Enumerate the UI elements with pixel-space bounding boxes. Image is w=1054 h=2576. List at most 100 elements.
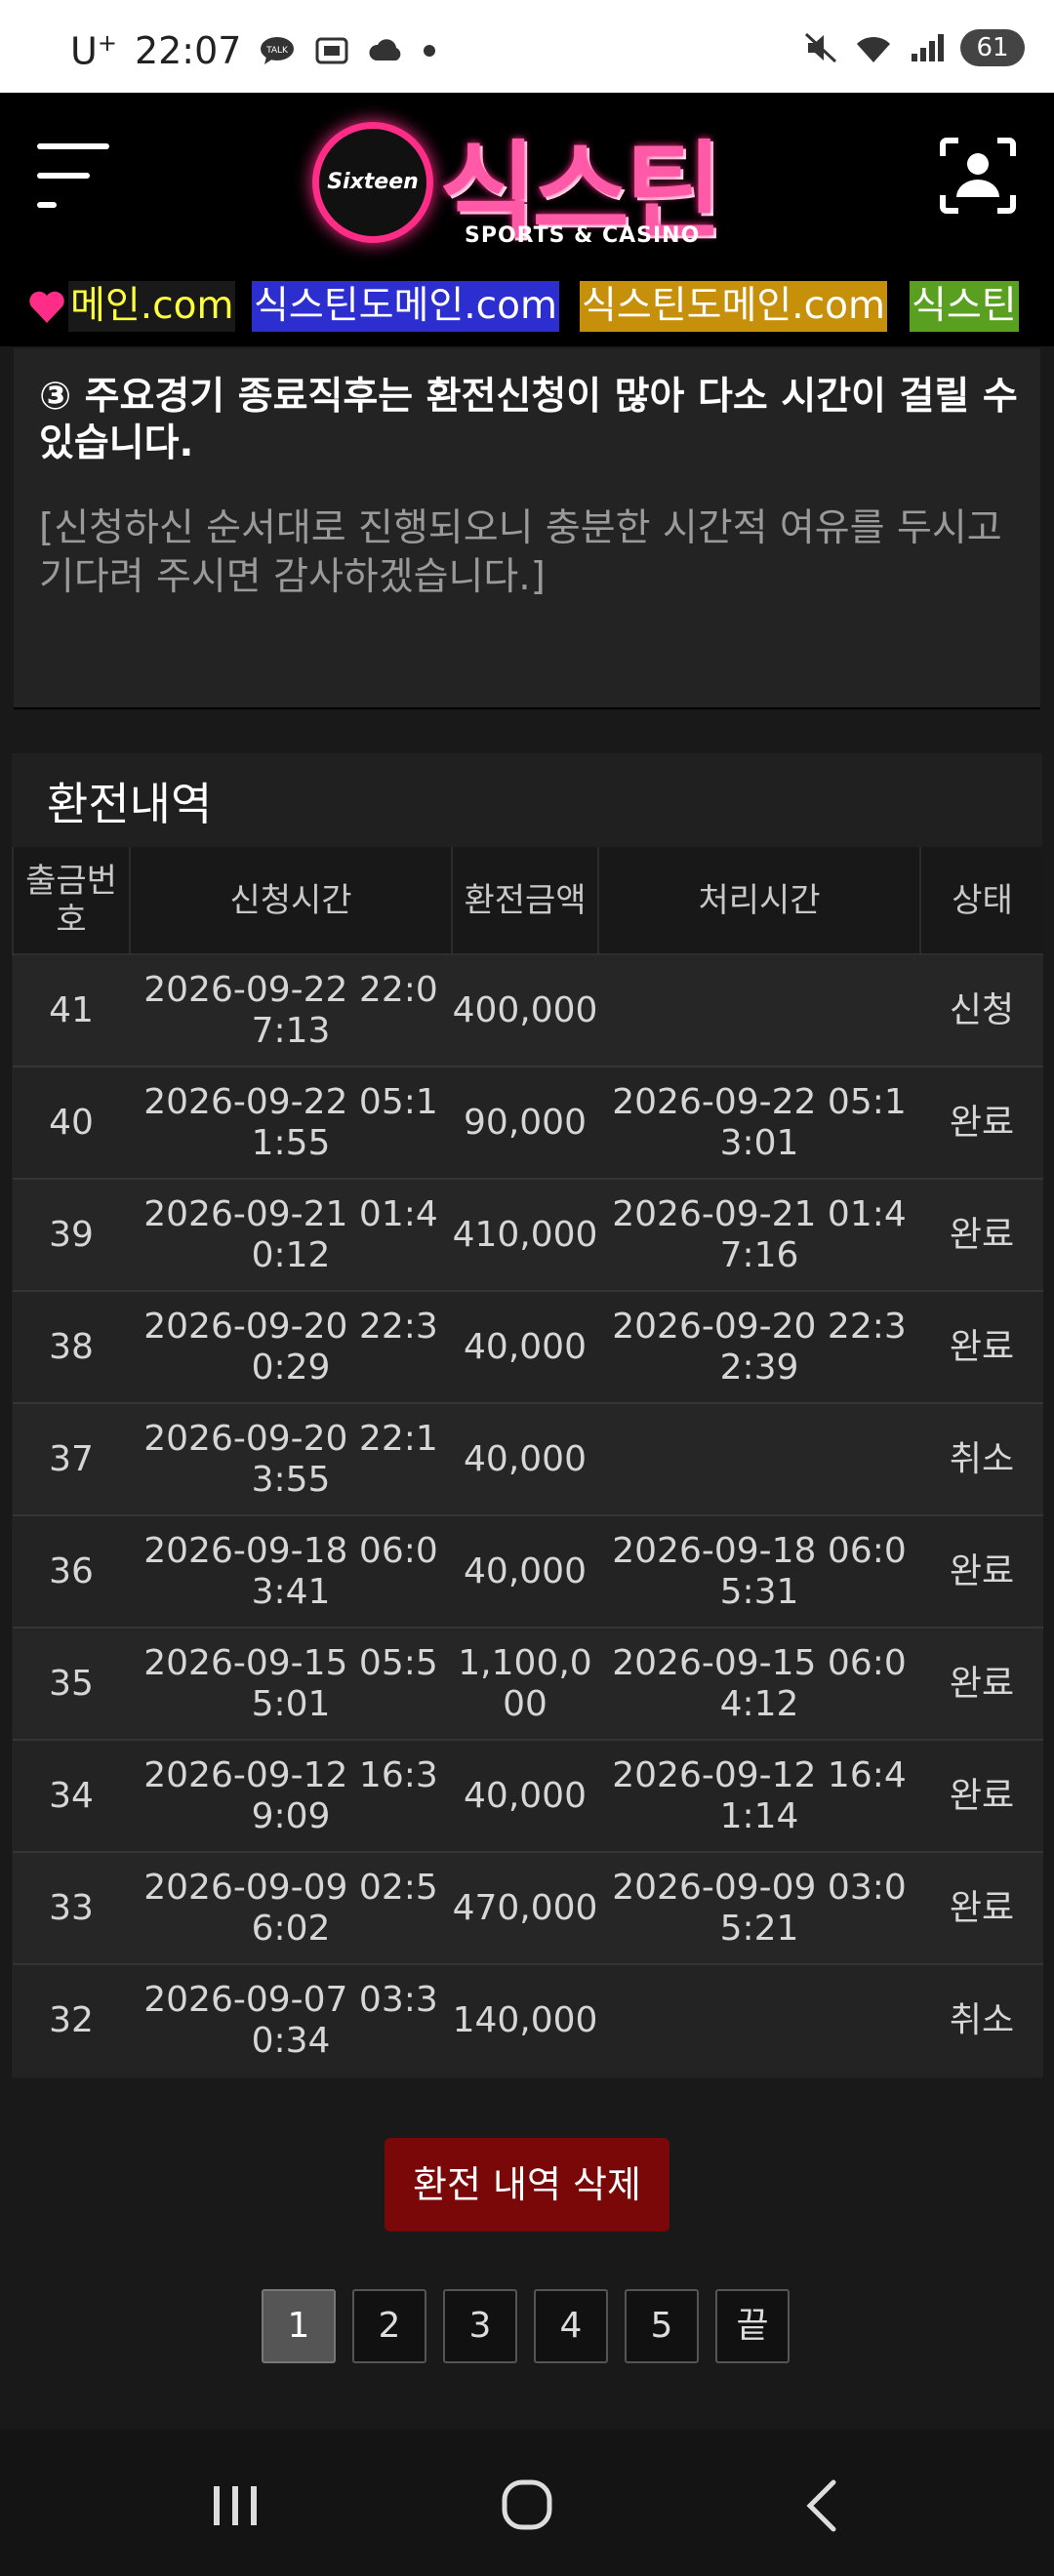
delete-history-button[interactable]: 환전 내역 삭제	[385, 2138, 669, 2232]
cell-no: 32	[13, 1963, 130, 2076]
cell-status: 완료	[920, 1178, 1043, 1291]
table-row: 35 2026-09-15 05:55:01 1,100,000 2026-09…	[13, 1627, 1043, 1740]
wifi-icon	[857, 36, 890, 62]
table-row: 41 2026-09-22 22:07:13 400,000 신청	[13, 953, 1043, 1067]
carrier-label: U+	[70, 29, 117, 73]
cell-requested: 2026-09-20 22:13:55	[130, 1402, 452, 1515]
cell-amount: 40,000	[452, 1290, 598, 1403]
cell-no: 33	[13, 1851, 130, 1964]
cell-processed: 2026-09-21 01:47:16	[598, 1178, 920, 1291]
cell-requested: 2026-09-20 22:30:29	[130, 1290, 452, 1403]
notice-subtitle: [신청하신 순서대로 진행되오니 충분한 시간적 여유를 두시고 기다려 주시면…	[39, 506, 1002, 599]
cell-status: 신청	[920, 953, 1043, 1067]
cell-requested: 2026-09-07 03:30:34	[130, 1963, 452, 2076]
cell-requested: 2026-09-18 06:03:41	[130, 1514, 452, 1628]
table-row: 36 2026-09-18 06:03:41 40,000 2026-09-18…	[13, 1514, 1043, 1628]
col-header-no: 출금번호	[12, 847, 130, 955]
system-nav-bar	[0, 2430, 1054, 2576]
profile-scan-icon[interactable]	[939, 137, 1017, 215]
cloud-icon	[369, 39, 401, 61]
cell-requested: 2026-09-21 01:40:12	[130, 1178, 452, 1291]
table-row: 37 2026-09-20 22:13:55 40,000 취소	[13, 1402, 1043, 1515]
svg-text:TALK: TALK	[266, 46, 290, 56]
cell-amount: 40,000	[452, 1514, 598, 1628]
clock: 22:07	[134, 29, 242, 73]
cell-processed: 2026-09-22 05:13:01	[598, 1066, 920, 1179]
col-header-processed: 처리시간	[597, 847, 920, 955]
cell-processed	[598, 1963, 920, 2076]
page-3-button[interactable]: 3	[443, 2289, 517, 2363]
table-row: 32 2026-09-07 03:30:34 140,000 취소	[13, 1963, 1043, 2076]
signal-icon	[912, 34, 944, 61]
table-row: 34 2026-09-12 16:39:09 40,000 2026-09-12…	[13, 1739, 1043, 1852]
cell-no: 38	[13, 1290, 130, 1403]
brand-logo[interactable]: Sixteen 식스틴 SPORTS & CASINO	[312, 114, 742, 253]
heart-icon	[29, 291, 64, 323]
cell-status: 취소	[920, 1963, 1043, 2076]
cell-no: 40	[13, 1066, 130, 1179]
cell-amount: 140,000	[452, 1963, 598, 2076]
page-4-button[interactable]: 4	[534, 2289, 608, 2363]
cell-no: 39	[13, 1178, 130, 1291]
cell-no: 34	[13, 1739, 130, 1852]
cell-requested: 2026-09-15 05:55:01	[130, 1627, 452, 1740]
table-header-row: 출금번호 신청시간 환전금액 처리시간 상태	[12, 847, 1043, 955]
cell-amount: 1,100,000	[452, 1627, 598, 1740]
pagination: 1 2 3 4 5 끝	[262, 2289, 790, 2363]
divider	[14, 707, 1040, 709]
cell-processed: 2026-09-15 06:04:12	[598, 1627, 920, 1740]
cell-amount: 90,000	[452, 1066, 598, 1179]
table-row: 39 2026-09-21 01:40:12 410,000 2026-09-2…	[13, 1178, 1043, 1291]
cell-status: 완료	[920, 1066, 1043, 1179]
page-5-button[interactable]: 5	[625, 2289, 699, 2363]
logo-badge: Sixteen	[312, 122, 433, 243]
cell-processed: 2026-09-09 03:05:21	[598, 1851, 920, 1964]
cell-requested: 2026-09-12 16:39:09	[130, 1739, 452, 1852]
cell-status: 완료	[920, 1627, 1043, 1740]
marquee-item-4[interactable]: 식스틴	[910, 281, 1019, 332]
table-row: 40 2026-09-22 05:11:55 90,000 2026-09-22…	[13, 1066, 1043, 1179]
cell-amount: 40,000	[452, 1402, 598, 1515]
logo-subtitle: SPORTS & CASINO	[465, 223, 701, 248]
history-table: 출금번호 신청시간 환전금액 처리시간 상태 41 2026-09-22 22:…	[12, 847, 1043, 2076]
cell-status: 완료	[920, 1514, 1043, 1628]
cell-status: 완료	[920, 1290, 1043, 1403]
app-header: Sixteen 식스틴 SPORTS & CASINO	[0, 93, 1054, 266]
cell-requested: 2026-09-22 05:11:55	[130, 1066, 452, 1179]
cell-no: 41	[13, 953, 130, 1067]
hamburger-menu-icon[interactable]	[37, 143, 109, 208]
cell-status: 완료	[920, 1851, 1043, 1964]
cell-amount: 40,000	[452, 1739, 598, 1852]
status-bar: U+ 22:07 TALK 61	[0, 0, 1054, 93]
marquee-item-3[interactable]: 식스틴도메인.com	[580, 281, 887, 332]
cell-requested: 2026-09-09 02:56:02	[130, 1851, 452, 1964]
col-header-amount: 환전금액	[451, 847, 598, 955]
table-row: 38 2026-09-20 22:30:29 40,000 2026-09-20…	[13, 1290, 1043, 1403]
cell-amount: 470,000	[452, 1851, 598, 1964]
withdrawal-history: 환전내역 출금번호 신청시간 환전금액 처리시간 상태 41 2026-09-2…	[12, 753, 1043, 2078]
cell-status: 취소	[920, 1402, 1043, 1515]
mute-icon	[804, 32, 837, 63]
page-1-button[interactable]: 1	[262, 2289, 336, 2363]
table-row: 33 2026-09-09 02:56:02 470,000 2026-09-0…	[13, 1851, 1043, 1964]
cell-amount: 400,000	[452, 953, 598, 1067]
domain-marquee: 메인.com 식스틴도메인.com 식스틴도메인.com 식스틴	[0, 266, 1054, 346]
recent-apps-icon[interactable]	[201, 2476, 269, 2535]
screen-capture-icon	[315, 37, 348, 64]
cell-processed: 2026-09-18 06:05:31	[598, 1514, 920, 1628]
page-2-button[interactable]: 2	[352, 2289, 426, 2363]
home-icon[interactable]	[493, 2476, 561, 2535]
marquee-item-1[interactable]: 메인.com	[68, 281, 236, 332]
cell-processed: 2026-09-12 16:41:14	[598, 1739, 920, 1852]
cell-amount: 410,000	[452, 1178, 598, 1291]
cell-requested: 2026-09-22 22:07:13	[130, 953, 452, 1067]
col-header-requested: 신청시간	[129, 847, 452, 955]
talk-notification-icon: TALK	[261, 37, 295, 65]
notification-dot-icon	[424, 45, 436, 58]
section-title: 환전내역	[47, 778, 213, 830]
cell-no: 37	[13, 1402, 130, 1515]
cell-no: 35	[13, 1627, 130, 1740]
marquee-item-2[interactable]: 식스틴도메인.com	[252, 281, 559, 332]
page-last-button[interactable]: 끝	[715, 2289, 790, 2363]
back-icon[interactable]	[790, 2476, 859, 2535]
